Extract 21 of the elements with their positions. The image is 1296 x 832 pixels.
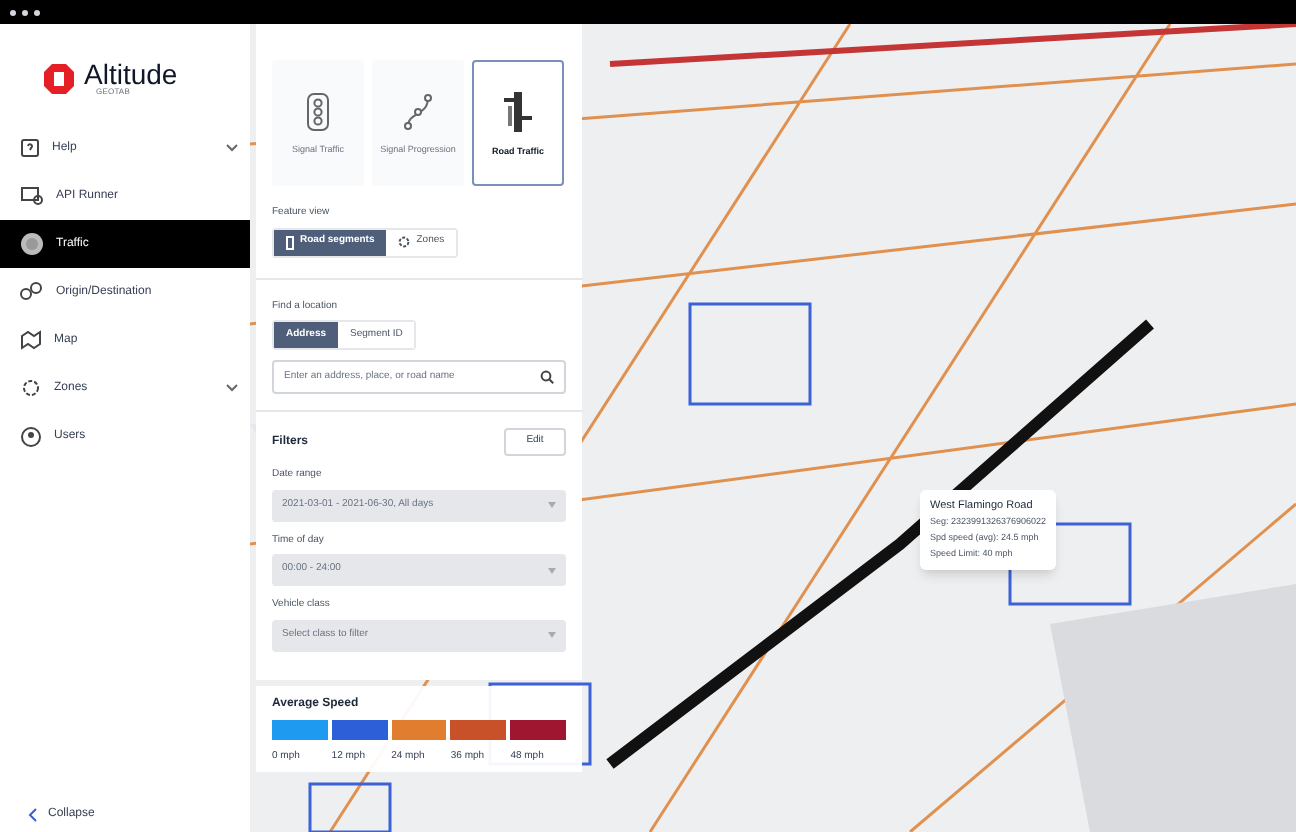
dropdown-arrow-icon (548, 502, 556, 508)
path-icon (402, 91, 434, 131)
road-icon (286, 235, 294, 249)
dropdown-arrow-icon (548, 632, 556, 638)
route-icon (20, 282, 44, 302)
circle-icon (20, 232, 44, 256)
logo-icon (44, 63, 74, 93)
brand-name: Altitude (84, 60, 178, 88)
road-sign-icon (502, 89, 534, 133)
help-icon (20, 138, 40, 158)
chevron-down-icon (226, 384, 238, 392)
zone-icon (398, 236, 411, 248)
zone-icon (20, 378, 42, 398)
dropdown-arrow-icon (548, 567, 556, 573)
search-icon (540, 370, 554, 384)
users-icon (20, 425, 42, 447)
chevron-left-icon (28, 808, 38, 822)
monitor-icon (20, 186, 44, 206)
chevron-down-icon (226, 144, 238, 152)
map-icon (20, 330, 42, 350)
traffic-light-icon (304, 91, 332, 131)
